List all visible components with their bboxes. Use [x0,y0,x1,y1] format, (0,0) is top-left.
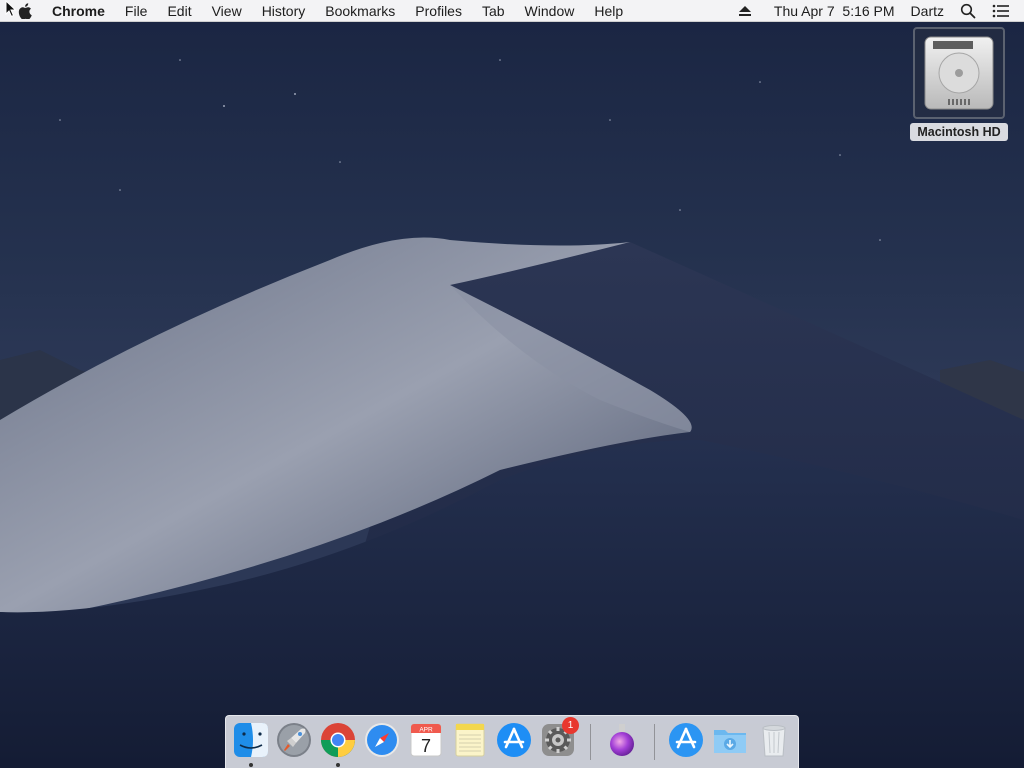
chrome-icon[interactable] [318,720,358,760]
finder-running-indicator [249,763,253,767]
dock: APR 7 1 [225,715,799,768]
installer-icon[interactable] [602,720,642,760]
system-preferences-icon[interactable]: 1 [538,717,579,760]
hard-drive-icon [924,36,994,110]
menu-view[interactable]: View [202,0,252,22]
menu-profiles[interactable]: Profiles [405,0,472,22]
dock-separator [590,724,591,760]
menu-history[interactable]: History [252,0,316,22]
menu-tab[interactable]: Tab [472,0,515,22]
calendar-month: APR [419,726,433,733]
menu-app-name[interactable]: Chrome [36,0,115,22]
dock-separator-2 [654,724,655,760]
trash-icon[interactable] [754,720,794,760]
menu-bookmarks[interactable]: Bookmarks [315,0,405,22]
menu-bar: Chrome File Edit View History Bookmarks … [0,0,1024,22]
desktop-drive-macintosh-hd[interactable]: Macintosh HD [910,27,1008,143]
spotlight-search-icon[interactable] [952,3,984,19]
menu-user[interactable]: Dartz [903,0,952,22]
notification-center-icon[interactable] [984,4,1024,18]
status-area: Thu Apr 7 5:16 PM Dartz [730,0,1024,22]
calendar-day: 7 [421,736,431,756]
menu-clock[interactable]: Thu Apr 7 5:16 PM [760,0,903,22]
downloads-folder-icon[interactable] [710,720,750,760]
menu-window[interactable]: Window [515,0,585,22]
mouse-cursor-icon [5,0,17,23]
eject-icon[interactable] [730,5,760,17]
menu-help[interactable]: Help [584,0,633,22]
wallpaper-dunes [0,0,1024,768]
app-store-icon[interactable] [494,720,534,760]
drive-icon-frame[interactable] [913,27,1005,119]
menu-edit[interactable]: Edit [157,0,201,22]
launchpad-icon[interactable] [274,720,314,760]
chrome-running-indicator [336,763,340,767]
calendar-icon[interactable]: APR 7 [406,720,446,760]
finder-icon[interactable] [231,720,271,760]
menu-file[interactable]: File [115,0,158,22]
safari-icon[interactable] [362,720,402,760]
system-preferences-badge: 1 [562,717,579,734]
apple-menu-icon[interactable] [14,2,36,19]
drive-label[interactable]: Macintosh HD [910,123,1008,141]
desktop-wallpaper [0,0,1024,768]
notes-icon[interactable] [450,720,490,760]
applications-folder-icon[interactable] [666,720,706,760]
